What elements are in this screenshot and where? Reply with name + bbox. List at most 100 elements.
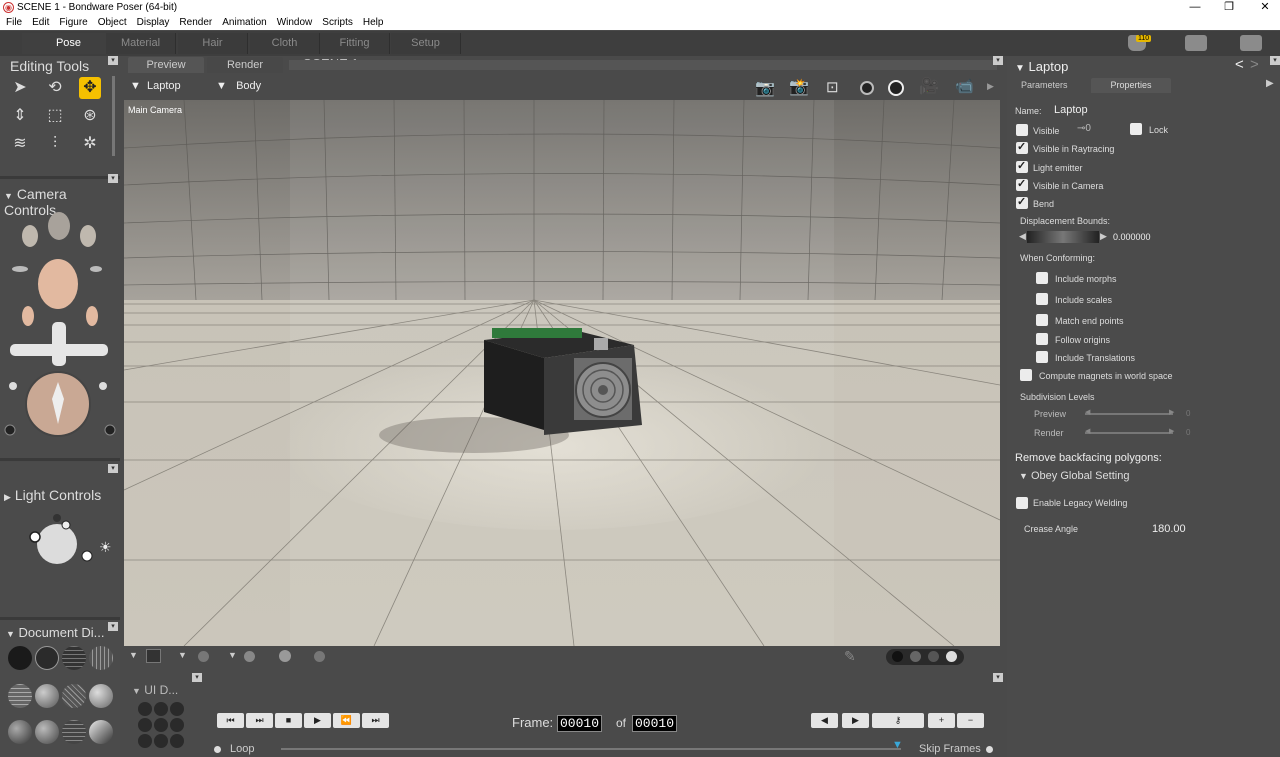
stop-button[interactable]: ■ — [275, 713, 302, 728]
prev-keyframe-button[interactable]: ⏭ — [246, 713, 273, 728]
pencil-icon[interactable]: ✎ — [844, 648, 856, 665]
displacement-increment-icon[interactable]: ▶ — [1100, 231, 1107, 242]
backfacing-dropdown[interactable]: ▼ Obey Global Setting — [1019, 470, 1129, 482]
follow-origins-checkbox[interactable] — [1036, 333, 1048, 345]
render-slider-right-icon[interactable]: ▶ — [1169, 427, 1174, 435]
style-lit-wireframe-ball[interactable] — [8, 684, 32, 708]
tabs-more-icon[interactable]: ▶ — [1266, 78, 1274, 89]
add-keyframe-button[interactable]: + — [928, 713, 955, 728]
step-back-button[interactable]: ⏪ — [333, 713, 360, 728]
focus-camera-icon[interactable]: ⊡ — [826, 78, 839, 96]
menu-render[interactable]: Render — [179, 16, 212, 30]
ui-dot[interactable] — [170, 718, 184, 732]
tab-setup[interactable]: Setup — [391, 33, 461, 54]
ui-dot[interactable] — [154, 734, 168, 748]
multi-ball-icon[interactable] — [279, 650, 291, 662]
close-button[interactable]: ✕ — [1250, 0, 1280, 16]
tab-hair[interactable]: Hair — [178, 33, 248, 54]
menu-help[interactable]: Help — [363, 16, 384, 30]
viewport-3d[interactable]: Main Camera — [124, 100, 1000, 646]
preview-slider-left-icon[interactable]: ◀ — [1085, 408, 1090, 416]
legacy-welding-checkbox[interactable] — [1016, 497, 1028, 509]
tab-pose[interactable]: Pose — [22, 33, 116, 54]
style-cartoon-ball[interactable] — [89, 684, 113, 708]
displacement-decrement-icon[interactable]: ◀ — [1019, 231, 1026, 242]
more-icon[interactable]: ▶ — [987, 81, 994, 92]
style-smooth-lined-ball[interactable] — [62, 720, 86, 744]
panel-menu-icon[interactable]: ▾ — [1270, 56, 1280, 65]
style-shaded-ball[interactable] — [8, 720, 32, 744]
maximize-button[interactable]: ❐ — [1214, 0, 1244, 16]
globe-icon[interactable] — [888, 80, 904, 96]
render-slider[interactable] — [1085, 432, 1173, 434]
menu-figure[interactable]: Figure — [59, 16, 87, 30]
match-end-points-checkbox[interactable] — [1036, 314, 1048, 326]
taper-tool-icon[interactable]: ≋ — [9, 133, 31, 155]
chain-break-tool-icon[interactable]: ⫶ — [44, 133, 66, 155]
light-emitter-checkbox[interactable] — [1016, 159, 1028, 173]
forward-arrow-icon[interactable]: > — [1250, 56, 1259, 73]
style-hidden-line-ball[interactable] — [89, 646, 113, 670]
crease-angle-value[interactable]: 180.00 — [1152, 523, 1186, 535]
prev-frame-button[interactable]: ◀ — [811, 713, 838, 728]
menu-scripts[interactable]: Scripts — [322, 16, 353, 30]
tools-scrollbar[interactable] — [112, 76, 115, 156]
view-dot-2[interactable] — [910, 651, 921, 662]
figure-selector[interactable]: ▼ Laptop — [130, 80, 181, 92]
skip-frames-toggle[interactable] — [986, 746, 993, 753]
select-tool-icon[interactable]: ➤ — [9, 77, 31, 99]
panel-menu-icon[interactable]: ▾ — [993, 673, 1003, 682]
visible-checkbox[interactable] — [1016, 124, 1028, 136]
view-dot-4[interactable] — [946, 651, 957, 662]
ui-dot[interactable] — [138, 702, 152, 716]
style-ball-icon[interactable] — [244, 651, 255, 662]
sphere-icon[interactable] — [314, 651, 325, 662]
total-frames-field[interactable]: 00010 — [632, 715, 678, 732]
twist-tool-icon[interactable]: ⊛ — [79, 105, 101, 127]
render-slider-left-icon[interactable]: ◀ — [1085, 427, 1090, 435]
panel-menu-icon[interactable]: ▾ — [108, 174, 118, 183]
scale-tool-icon[interactable]: ⬚ — [44, 105, 66, 127]
ui-dot[interactable] — [154, 718, 168, 732]
tab-properties[interactable]: Properties — [1091, 78, 1171, 93]
displacement-value[interactable]: 0.000000 — [1113, 232, 1151, 242]
camera-controls-widget[interactable] — [0, 204, 120, 440]
style-wireframe-ball[interactable] — [62, 646, 86, 670]
menu-file[interactable]: File — [6, 16, 22, 30]
panel-menu-icon[interactable]: ▾ — [108, 622, 118, 631]
compute-magnets-checkbox[interactable] — [1020, 369, 1032, 381]
remove-keyframe-button[interactable]: − — [957, 713, 984, 728]
shadow-menu-icon[interactable]: ▼ — [178, 650, 187, 660]
ui-dot[interactable] — [138, 718, 152, 732]
menu-display[interactable]: Display — [137, 16, 170, 30]
library-icon[interactable] — [1240, 35, 1262, 51]
view-dot-3[interactable] — [928, 651, 939, 662]
tab-render[interactable]: Render — [207, 57, 283, 73]
style-menu-icon[interactable]: ▼ — [228, 650, 237, 660]
style-smooth-shaded-ball[interactable] — [35, 720, 59, 744]
translate-y-tool-icon[interactable]: ⇕ — [9, 105, 31, 127]
visible-raytracing-checkbox[interactable] — [1016, 140, 1028, 154]
preview-slider[interactable] — [1085, 413, 1173, 415]
ground-square-icon[interactable] — [146, 649, 161, 663]
timeline-slider-thumb[interactable]: ▼ — [892, 739, 903, 751]
tab-material[interactable]: Material — [106, 33, 176, 54]
tab-parameters[interactable]: Parameters — [1012, 78, 1082, 93]
include-morphs-checkbox[interactable] — [1036, 272, 1048, 284]
render-dot-icon[interactable] — [860, 81, 874, 95]
ui-dot[interactable] — [170, 702, 184, 716]
preview-slider-right-icon[interactable]: ▶ — [1169, 408, 1174, 416]
shadow-ball-icon[interactable] — [198, 651, 209, 662]
current-frame-field[interactable]: 00010 — [557, 715, 603, 732]
visible-camera-checkbox[interactable] — [1016, 177, 1028, 191]
style-flat-shaded-ball[interactable] — [35, 684, 59, 708]
first-frame-button[interactable]: ⏮ — [217, 713, 244, 728]
style-silhouette-ball[interactable] — [8, 646, 32, 670]
rotate-tool-icon[interactable]: ⟲ — [44, 77, 66, 99]
menu-object[interactable]: Object — [98, 16, 127, 30]
include-scales-checkbox[interactable] — [1036, 293, 1048, 305]
camera-icon[interactable]: 📷 — [755, 78, 775, 98]
light-controls-widget[interactable]: ☀ — [25, 510, 115, 570]
movie-camera-icon[interactable]: 🎥 — [919, 76, 939, 96]
style-flat-lined-ball[interactable] — [62, 684, 86, 708]
